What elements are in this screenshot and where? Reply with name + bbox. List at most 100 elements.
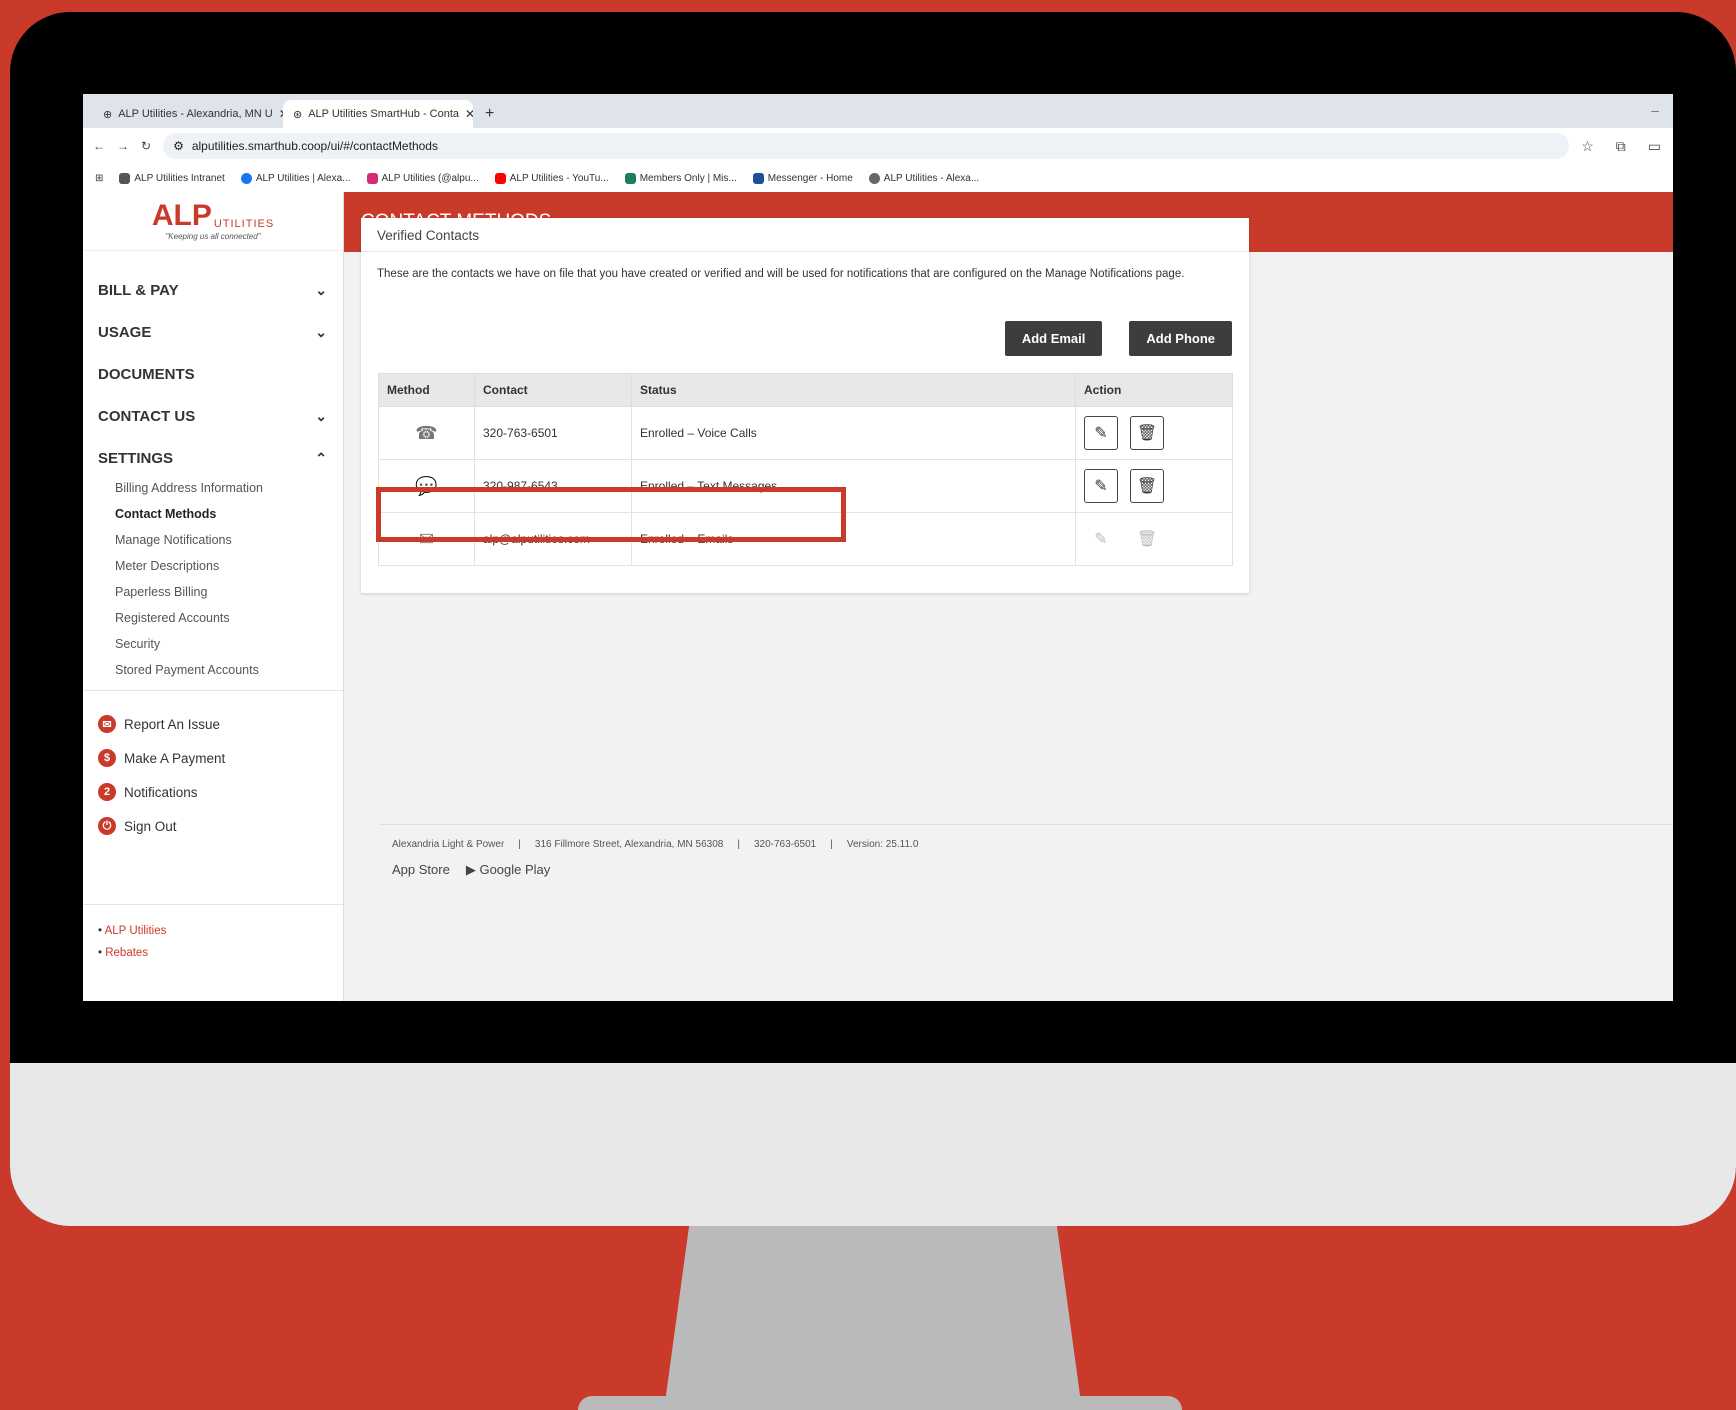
chevron-up-icon: ⌃ — [315, 449, 327, 466]
rebates-link[interactable]: Rebates — [98, 942, 166, 964]
address-bar: ← → ↻ ⚙ alputilities.smarthub.coop/ui/#/… — [83, 128, 1673, 164]
nav-documents[interactable]: DOCUMENTS — [83, 353, 343, 395]
bookmark[interactable]: ALP Utilities Intranet — [119, 172, 225, 184]
row-actions: ✎ 🗑 — [1075, 459, 1233, 513]
bookmarks-bar: ⊞ ALP Utilities Intranet ALP Utilities |… — [83, 164, 1673, 193]
report-issue-link[interactable]: ✉ Report An Issue — [98, 707, 225, 741]
sign-out-link[interactable]: ⏻ Sign Out — [98, 809, 225, 843]
sidebar-item-billing-address[interactable]: Billing Address Information — [115, 475, 343, 501]
globe-icon: ⊛ — [293, 108, 303, 121]
sidebar-item-meter-descriptions[interactable]: Meter Descriptions — [115, 553, 343, 579]
sidebar-item-manage-notifications[interactable]: Manage Notifications — [115, 527, 343, 553]
sidebar-item-paperless-billing[interactable]: Paperless Billing — [115, 579, 343, 605]
column-header: Method — [378, 373, 475, 407]
sidebar-nav: BILL & PAY ⌄ USAGE ⌄ DOCUMENTS CONTACT US ⌄… — [83, 251, 343, 683]
trash-icon[interactable]: 🗑 — [1130, 469, 1164, 503]
status-value: Enrolled – Voice Calls — [631, 406, 1076, 460]
logo-tagline: "Keeping us all connected" — [165, 231, 261, 241]
browser-tab-1[interactable]: ⊕ ALP Utilities - Alexandria, MN U ✕ — [93, 100, 283, 128]
back-icon[interactable]: ← — [93, 139, 105, 153]
card-title: Verified Contacts — [361, 218, 1249, 252]
new-tab-button[interactable]: + — [473, 100, 506, 128]
app-store-link[interactable]: App Store — [392, 862, 450, 878]
google-play-link[interactable]: ▶ Google Play — [466, 862, 550, 878]
close-tab-icon[interactable]: ✕ — [465, 107, 473, 121]
make-payment-link[interactable]: $ Make A Payment — [98, 741, 225, 775]
divider — [83, 690, 343, 691]
highlight-box — [376, 487, 846, 542]
divider — [83, 904, 343, 905]
browser-tab-2[interactable]: ⊛ ALP Utilities SmartHub - Conta ✕ — [283, 100, 473, 128]
tab-title: ALP Utilities SmartHub - Conta — [308, 108, 460, 120]
footer-separator: | — [518, 839, 521, 850]
column-header: Action — [1075, 373, 1233, 407]
monitor-chin — [10, 1063, 1736, 1226]
bookmark[interactable]: Members Only | Mis... — [624, 172, 737, 184]
trash-icon: 🗑 — [1136, 531, 1158, 548]
sidebar: ALP UTILITIES "Keeping us all connected"… — [83, 192, 344, 1001]
site-settings-icon[interactable]: ⚙ — [173, 139, 184, 153]
monitor-stand — [664, 1226, 1082, 1410]
row-actions: ✎ 🗑 — [1075, 512, 1233, 566]
mail-icon: ✉ — [98, 715, 116, 733]
forward-icon[interactable]: → — [117, 139, 129, 153]
page-footer: Alexandria Light & Power | 316 Fillmore St… — [380, 824, 1673, 878]
sidebar-item-contact-methods[interactable]: Contact Methods — [115, 501, 343, 527]
chevron-down-icon: ⌄ — [315, 281, 327, 298]
add-phone-button[interactable]: Add Phone — [1129, 321, 1232, 356]
messenger-icon — [752, 172, 764, 184]
bookmark[interactable]: ALP Utilities (@alpu... — [366, 172, 479, 184]
alp-logo[interactable]: ALP UTILITIES "Keeping us all connected" — [83, 192, 343, 251]
bookmark[interactable]: ALP Utilities - Alexa... — [868, 172, 979, 184]
nav-settings[interactable]: SETTINGS ⌃ — [83, 437, 343, 479]
table-row: ☎ 320-763-6501 Enrolled – Voice Calls ✎ 🗑 — [378, 406, 1233, 460]
apps-grid-icon[interactable]: ⊞ — [95, 173, 103, 184]
footer-company: Alexandria Light & Power — [392, 839, 505, 850]
edit-pencil-icon[interactable]: ✎ — [1084, 469, 1118, 503]
card-description: These are the contacts we have on file t… — [377, 268, 1185, 280]
sidebar-item-registered-accounts[interactable]: Registered Accounts — [115, 605, 343, 631]
notification-count-badge: 2 — [98, 783, 116, 801]
notifications-link[interactable]: 2 Notifications — [98, 775, 225, 809]
footer-phone: 320-763-6501 — [753, 839, 817, 850]
bookmark[interactable]: ALP Utilities | Alexa... — [240, 172, 351, 184]
url-field[interactable]: ⚙ alputilities.smarthub.coop/ui/#/contac… — [163, 133, 1570, 159]
alp-utilities-link[interactable]: ALP Utilities — [98, 920, 167, 942]
members-icon — [624, 172, 636, 184]
footer-separator: | — [737, 839, 740, 850]
edit-pencil-icon[interactable]: ✎ — [1084, 416, 1118, 450]
quick-actions: ✉ Report An Issue $ Make A Payment 2 Notifi… — [98, 707, 225, 843]
facebook-icon — [240, 172, 252, 184]
main-content: CONTACT METHODS Verified Contacts These … — [344, 192, 1673, 1001]
logo-brand: ALP — [151, 198, 212, 232]
sidebar-item-security[interactable]: Security — [115, 631, 343, 657]
dollar-icon: $ — [98, 749, 116, 767]
nav-bill-pay[interactable]: BILL & PAY ⌄ — [83, 269, 343, 311]
bookmark-favicon — [119, 172, 131, 184]
phone-icon: ☎ — [378, 406, 475, 460]
bookmark-favicon — [868, 172, 880, 184]
monitor-frame: ⊕ ALP Utilities - Alexandria, MN U ✕ ⊛ A… — [10, 12, 1736, 1226]
star-icon[interactable]: ☆ — [1581, 138, 1594, 155]
row-actions: ✎ 🗑 — [1075, 406, 1233, 460]
reload-icon[interactable]: ↻ — [141, 139, 151, 153]
sidebar-links: ALP Utilities Rebates — [98, 920, 167, 964]
chevron-down-icon: ⌄ — [315, 323, 327, 340]
column-header: Status — [631, 373, 1076, 407]
bookmark[interactable]: ALP Utilities - YouTu... — [494, 172, 609, 184]
cast-icon[interactable]: ▭ — [1648, 138, 1661, 155]
footer-separator: | — [830, 839, 833, 850]
minimize-icon[interactable]: – — [1651, 102, 1659, 118]
play-icon: ▶ — [465, 862, 476, 877]
settings-submenu: Billing Address Information Contact Meth… — [83, 475, 343, 683]
trash-icon[interactable]: 🗑 — [1130, 416, 1164, 450]
tab-bar: ⊕ ALP Utilities - Alexandria, MN U ✕ ⊛ A… — [83, 94, 1673, 128]
power-icon: ⏻ — [98, 817, 116, 835]
sidebar-item-stored-payment[interactable]: Stored Payment Accounts — [115, 657, 343, 683]
column-header: Contact — [474, 373, 632, 407]
add-email-button[interactable]: Add Email — [1004, 321, 1103, 356]
nav-contact-us[interactable]: CONTACT US ⌄ — [83, 395, 343, 437]
nav-usage[interactable]: USAGE ⌄ — [83, 311, 343, 353]
extensions-icon[interactable]: ⧉ — [1616, 138, 1626, 155]
bookmark[interactable]: Messenger - Home — [752, 172, 853, 184]
